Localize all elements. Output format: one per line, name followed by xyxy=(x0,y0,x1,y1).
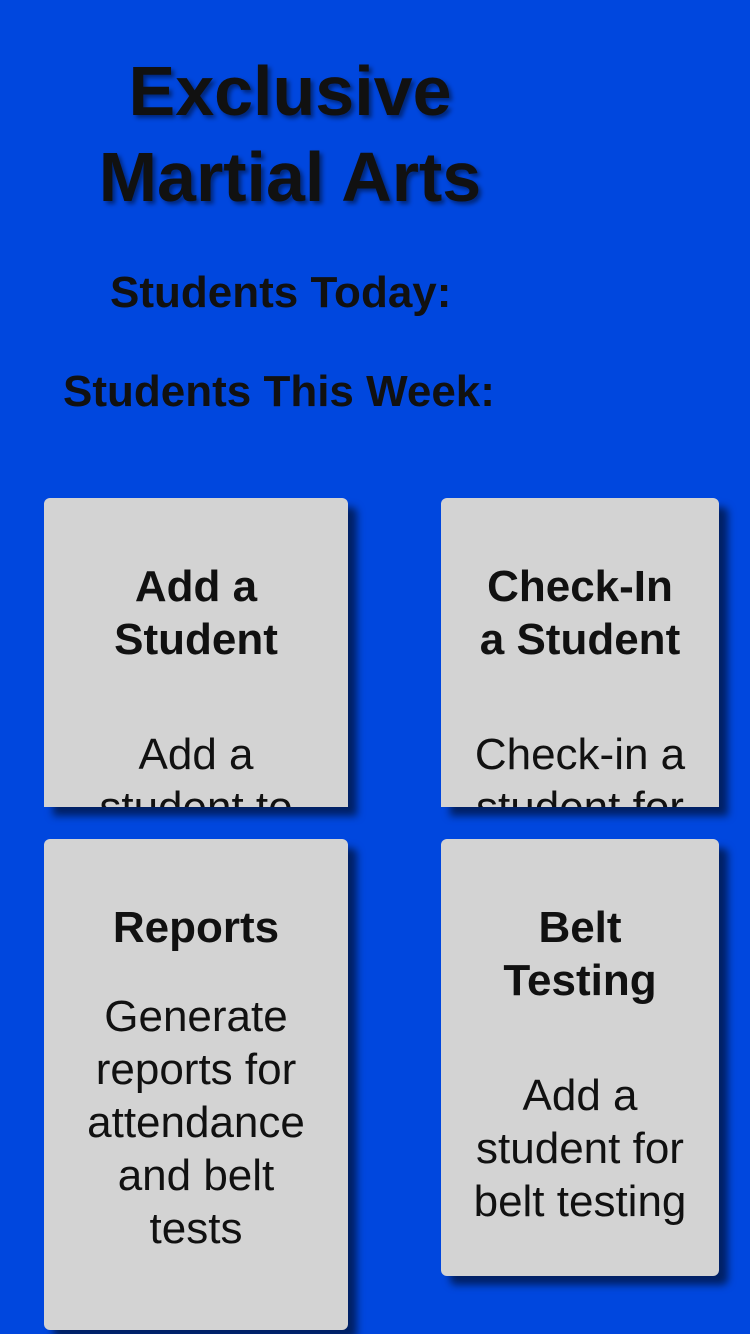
card-description-line: Add a xyxy=(138,730,254,779)
card-description-line: Add a xyxy=(522,1071,638,1120)
card-description: Add a student to xyxy=(44,728,348,807)
card-description: Check-in a student for xyxy=(441,728,719,807)
card-description-line: attendance xyxy=(87,1098,305,1147)
students-this-week-label: Students This Week: xyxy=(63,367,495,416)
belt-testing-card[interactable]: Belt Testing Add a student for belt test… xyxy=(441,839,719,1276)
card-description: Generate reports for attendance and belt… xyxy=(44,990,348,1255)
card-description-line: Generate xyxy=(104,992,288,1041)
card-description-line: student for xyxy=(476,783,684,807)
card-title-line: Student xyxy=(114,615,278,664)
app-title-line-2: Martial Arts xyxy=(98,138,482,216)
check-in-student-card[interactable]: Check-In a Student Check-in a student fo… xyxy=(441,498,719,807)
card-description-line: belt testing xyxy=(473,1177,687,1226)
card-description-line: Check-in a xyxy=(474,730,686,779)
students-today-label: Students Today: xyxy=(110,268,452,317)
card-title-line: a Student xyxy=(479,615,681,664)
card-title: Reports xyxy=(44,901,348,954)
card-title-line: Check-In xyxy=(487,562,673,611)
card-description: Add a student for belt testing xyxy=(441,1069,719,1228)
app-title: Exclusive Martial Arts xyxy=(40,48,540,220)
add-student-card[interactable]: Add a Student Add a student to xyxy=(44,498,348,807)
card-title: Check-In a Student xyxy=(441,560,719,666)
card-title-line: Testing xyxy=(503,956,657,1005)
card-title: Add a Student xyxy=(44,560,348,666)
card-description-line: student to xyxy=(99,783,292,807)
app-title-line-1: Exclusive xyxy=(128,52,452,130)
card-description-line: student for xyxy=(476,1124,684,1173)
card-title-line: Add a xyxy=(134,562,258,611)
card-title-line: Reports xyxy=(112,903,280,952)
card-title: Belt Testing xyxy=(441,901,719,1007)
reports-card[interactable]: Reports Generate reports for attendance … xyxy=(44,839,348,1330)
card-description-line: and belt xyxy=(117,1151,275,1200)
card-description-line: reports for xyxy=(95,1045,297,1094)
card-description-line: tests xyxy=(149,1204,243,1253)
card-title-line: Belt xyxy=(538,903,622,952)
